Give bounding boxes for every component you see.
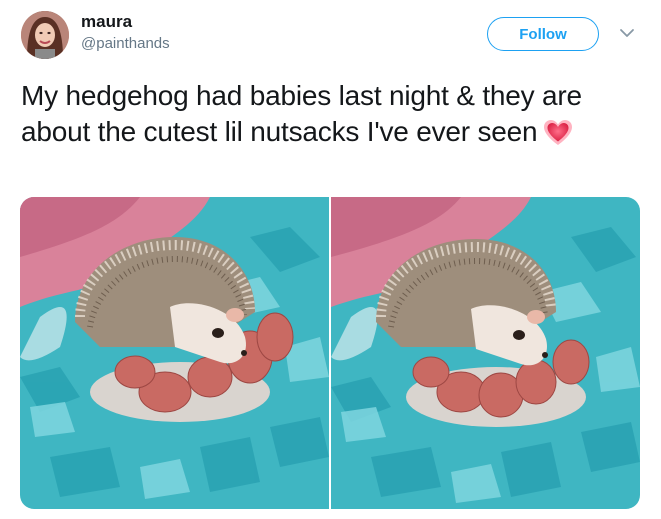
follow-button[interactable]: Follow — [487, 17, 599, 51]
tweet-photo-1[interactable] — [20, 197, 329, 509]
display-name[interactable]: maura — [81, 12, 132, 32]
tweet-photo-2[interactable] — [331, 197, 640, 509]
avatar[interactable] — [21, 11, 69, 59]
chevron-down-icon[interactable] — [618, 26, 636, 40]
heart-emoji-icon — [543, 119, 573, 156]
user-handle[interactable]: @painthands — [81, 35, 170, 52]
tweet-body: My hedgehog had babies last night & they… — [21, 80, 582, 147]
tweet-text: My hedgehog had babies last night & they… — [21, 78, 641, 156]
